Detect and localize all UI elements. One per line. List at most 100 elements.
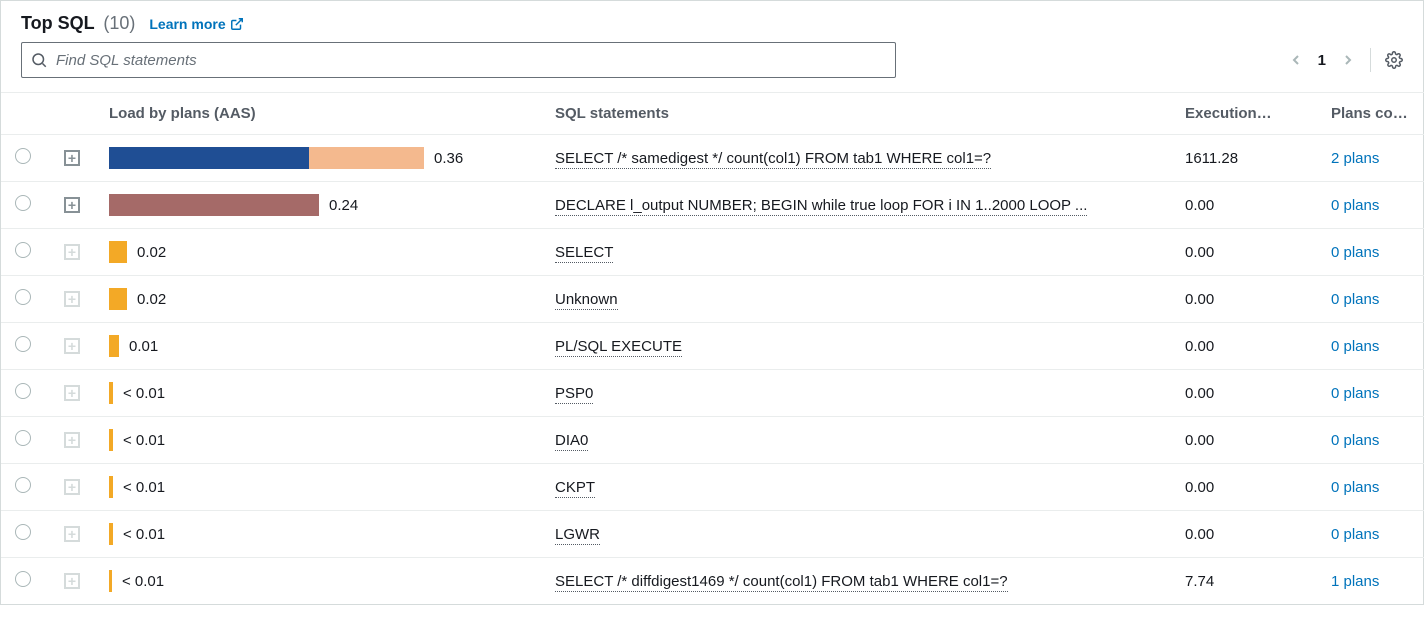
sql-statement[interactable]: SELECT /* diffdigest1469 */ count(col1) … — [555, 573, 1008, 592]
execution-value: 0.00 — [1175, 229, 1321, 276]
table-row: +0.24 DECLARE l_output NUMBER; BEGIN whil… — [1, 182, 1424, 229]
external-link-icon — [230, 17, 244, 31]
plans-link[interactable]: 0 plans — [1331, 385, 1379, 402]
next-page-button[interactable] — [1340, 52, 1356, 68]
load-bar — [109, 194, 319, 216]
load-bar-segment — [109, 335, 119, 357]
search-wrapper[interactable] — [21, 42, 896, 78]
sql-statement[interactable]: DIA0 — [555, 432, 588, 451]
row-select-radio[interactable] — [15, 383, 31, 399]
sql-table: Load by plans (AAS) SQL statements Execu… — [1, 92, 1424, 604]
plans-link[interactable]: 2 plans — [1331, 150, 1379, 167]
table-row: +< 0.01CKPT0.000 plans — [1, 464, 1424, 511]
toolbar-divider — [1370, 48, 1371, 72]
sql-statement[interactable]: CKPT — [555, 479, 595, 498]
table-row: +0.02Unknown0.000 plans — [1, 276, 1424, 323]
plans-link[interactable]: 0 plans — [1331, 197, 1379, 214]
load-bar-segment — [109, 429, 113, 451]
sql-statement[interactable]: SELECT /* samedigest */ count(col1) FROM… — [555, 150, 991, 169]
load-bar — [109, 241, 127, 263]
row-select-radio[interactable] — [15, 430, 31, 446]
sql-statement[interactable]: PL/SQL EXECUTE — [555, 338, 682, 357]
plans-link[interactable]: 0 plans — [1331, 244, 1379, 261]
sql-statement[interactable]: LGWR — [555, 526, 600, 545]
expand-row-button: + — [64, 338, 80, 354]
load-bar — [109, 570, 112, 592]
plans-link[interactable]: 0 plans — [1331, 526, 1379, 543]
execution-value: 1611.28 — [1175, 135, 1321, 182]
sql-statement[interactable]: Unknown — [555, 291, 618, 310]
plans-link[interactable]: 1 plans — [1331, 573, 1379, 590]
load-bar-segment — [109, 523, 113, 545]
plans-link[interactable]: 0 plans — [1331, 291, 1379, 308]
plans-link[interactable]: 0 plans — [1331, 479, 1379, 496]
table-row: +0.01PL/SQL EXECUTE0.000 plans — [1, 323, 1424, 370]
execution-value: 0.00 — [1175, 511, 1321, 558]
row-select-radio[interactable] — [15, 289, 31, 305]
load-bar-segment — [109, 476, 113, 498]
col-header-sql[interactable]: SQL statements — [545, 93, 1175, 135]
execution-value: 0.00 — [1175, 417, 1321, 464]
plans-link[interactable]: 0 plans — [1331, 338, 1379, 355]
panel-title-text: Top SQL — [21, 13, 94, 33]
expand-row-button: + — [64, 432, 80, 448]
expand-row-button[interactable]: + — [64, 197, 80, 213]
col-header-plans[interactable]: Plans cou… — [1321, 93, 1424, 135]
toolbar-right: 1 — [1288, 48, 1403, 72]
gear-icon — [1385, 51, 1403, 69]
search-input[interactable] — [48, 52, 887, 69]
load-bar — [109, 382, 113, 404]
col-header-exec[interactable]: Execution… — [1175, 93, 1321, 135]
load-value: < 0.01 — [123, 479, 165, 496]
panel-title-count: (10) — [103, 13, 135, 33]
row-select-radio[interactable] — [15, 477, 31, 493]
settings-button[interactable] — [1385, 51, 1403, 69]
row-select-radio[interactable] — [15, 242, 31, 258]
load-cell: 0.24 — [109, 194, 535, 216]
pager: 1 — [1288, 52, 1356, 69]
load-bar — [109, 476, 113, 498]
prev-page-button[interactable] — [1288, 52, 1304, 68]
execution-value: 0.00 — [1175, 323, 1321, 370]
toolbar: 1 — [1, 42, 1423, 92]
plans-link[interactable]: 0 plans — [1331, 432, 1379, 449]
col-header-load[interactable]: Load by plans (AAS) — [99, 93, 545, 135]
execution-value: 7.74 — [1175, 558, 1321, 605]
load-value: 0.02 — [137, 291, 166, 308]
expand-row-button: + — [64, 479, 80, 495]
load-bar — [109, 288, 127, 310]
sql-statement[interactable]: SELECT — [555, 244, 613, 263]
execution-value: 0.00 — [1175, 370, 1321, 417]
load-cell: < 0.01 — [109, 382, 535, 404]
load-bar — [109, 429, 113, 451]
sql-statement[interactable]: PSP0 — [555, 385, 593, 404]
load-value: 0.36 — [434, 150, 463, 167]
col-header-expand — [45, 93, 99, 135]
row-select-radio[interactable] — [15, 524, 31, 540]
load-bar-segment — [109, 570, 112, 592]
row-select-radio[interactable] — [15, 148, 31, 164]
load-cell: < 0.01 — [109, 429, 535, 451]
load-cell: < 0.01 — [109, 476, 535, 498]
chevron-right-icon — [1340, 52, 1356, 68]
table-row: +< 0.01LGWR0.000 plans — [1, 511, 1424, 558]
load-cell: 0.02 — [109, 288, 535, 310]
expand-row-button[interactable]: + — [64, 150, 80, 166]
load-value: < 0.01 — [122, 573, 164, 590]
execution-value: 0.00 — [1175, 182, 1321, 229]
load-bar-segment — [109, 194, 319, 216]
learn-more-label: Learn more — [149, 16, 225, 32]
learn-more-link[interactable]: Learn more — [149, 16, 243, 32]
page-number: 1 — [1318, 52, 1326, 69]
sql-statement[interactable]: DECLARE l_output NUMBER; BEGIN while tru… — [555, 197, 1087, 216]
row-select-radio[interactable] — [15, 336, 31, 352]
row-select-radio[interactable] — [15, 571, 31, 587]
panel-title: Top SQL (10) — [21, 13, 135, 34]
expand-row-button: + — [64, 291, 80, 307]
load-value: < 0.01 — [123, 385, 165, 402]
table-header-row: Load by plans (AAS) SQL statements Execu… — [1, 93, 1424, 135]
row-select-radio[interactable] — [15, 195, 31, 211]
load-cell: < 0.01 — [109, 523, 535, 545]
load-value: < 0.01 — [123, 432, 165, 449]
load-bar-segment — [109, 382, 113, 404]
